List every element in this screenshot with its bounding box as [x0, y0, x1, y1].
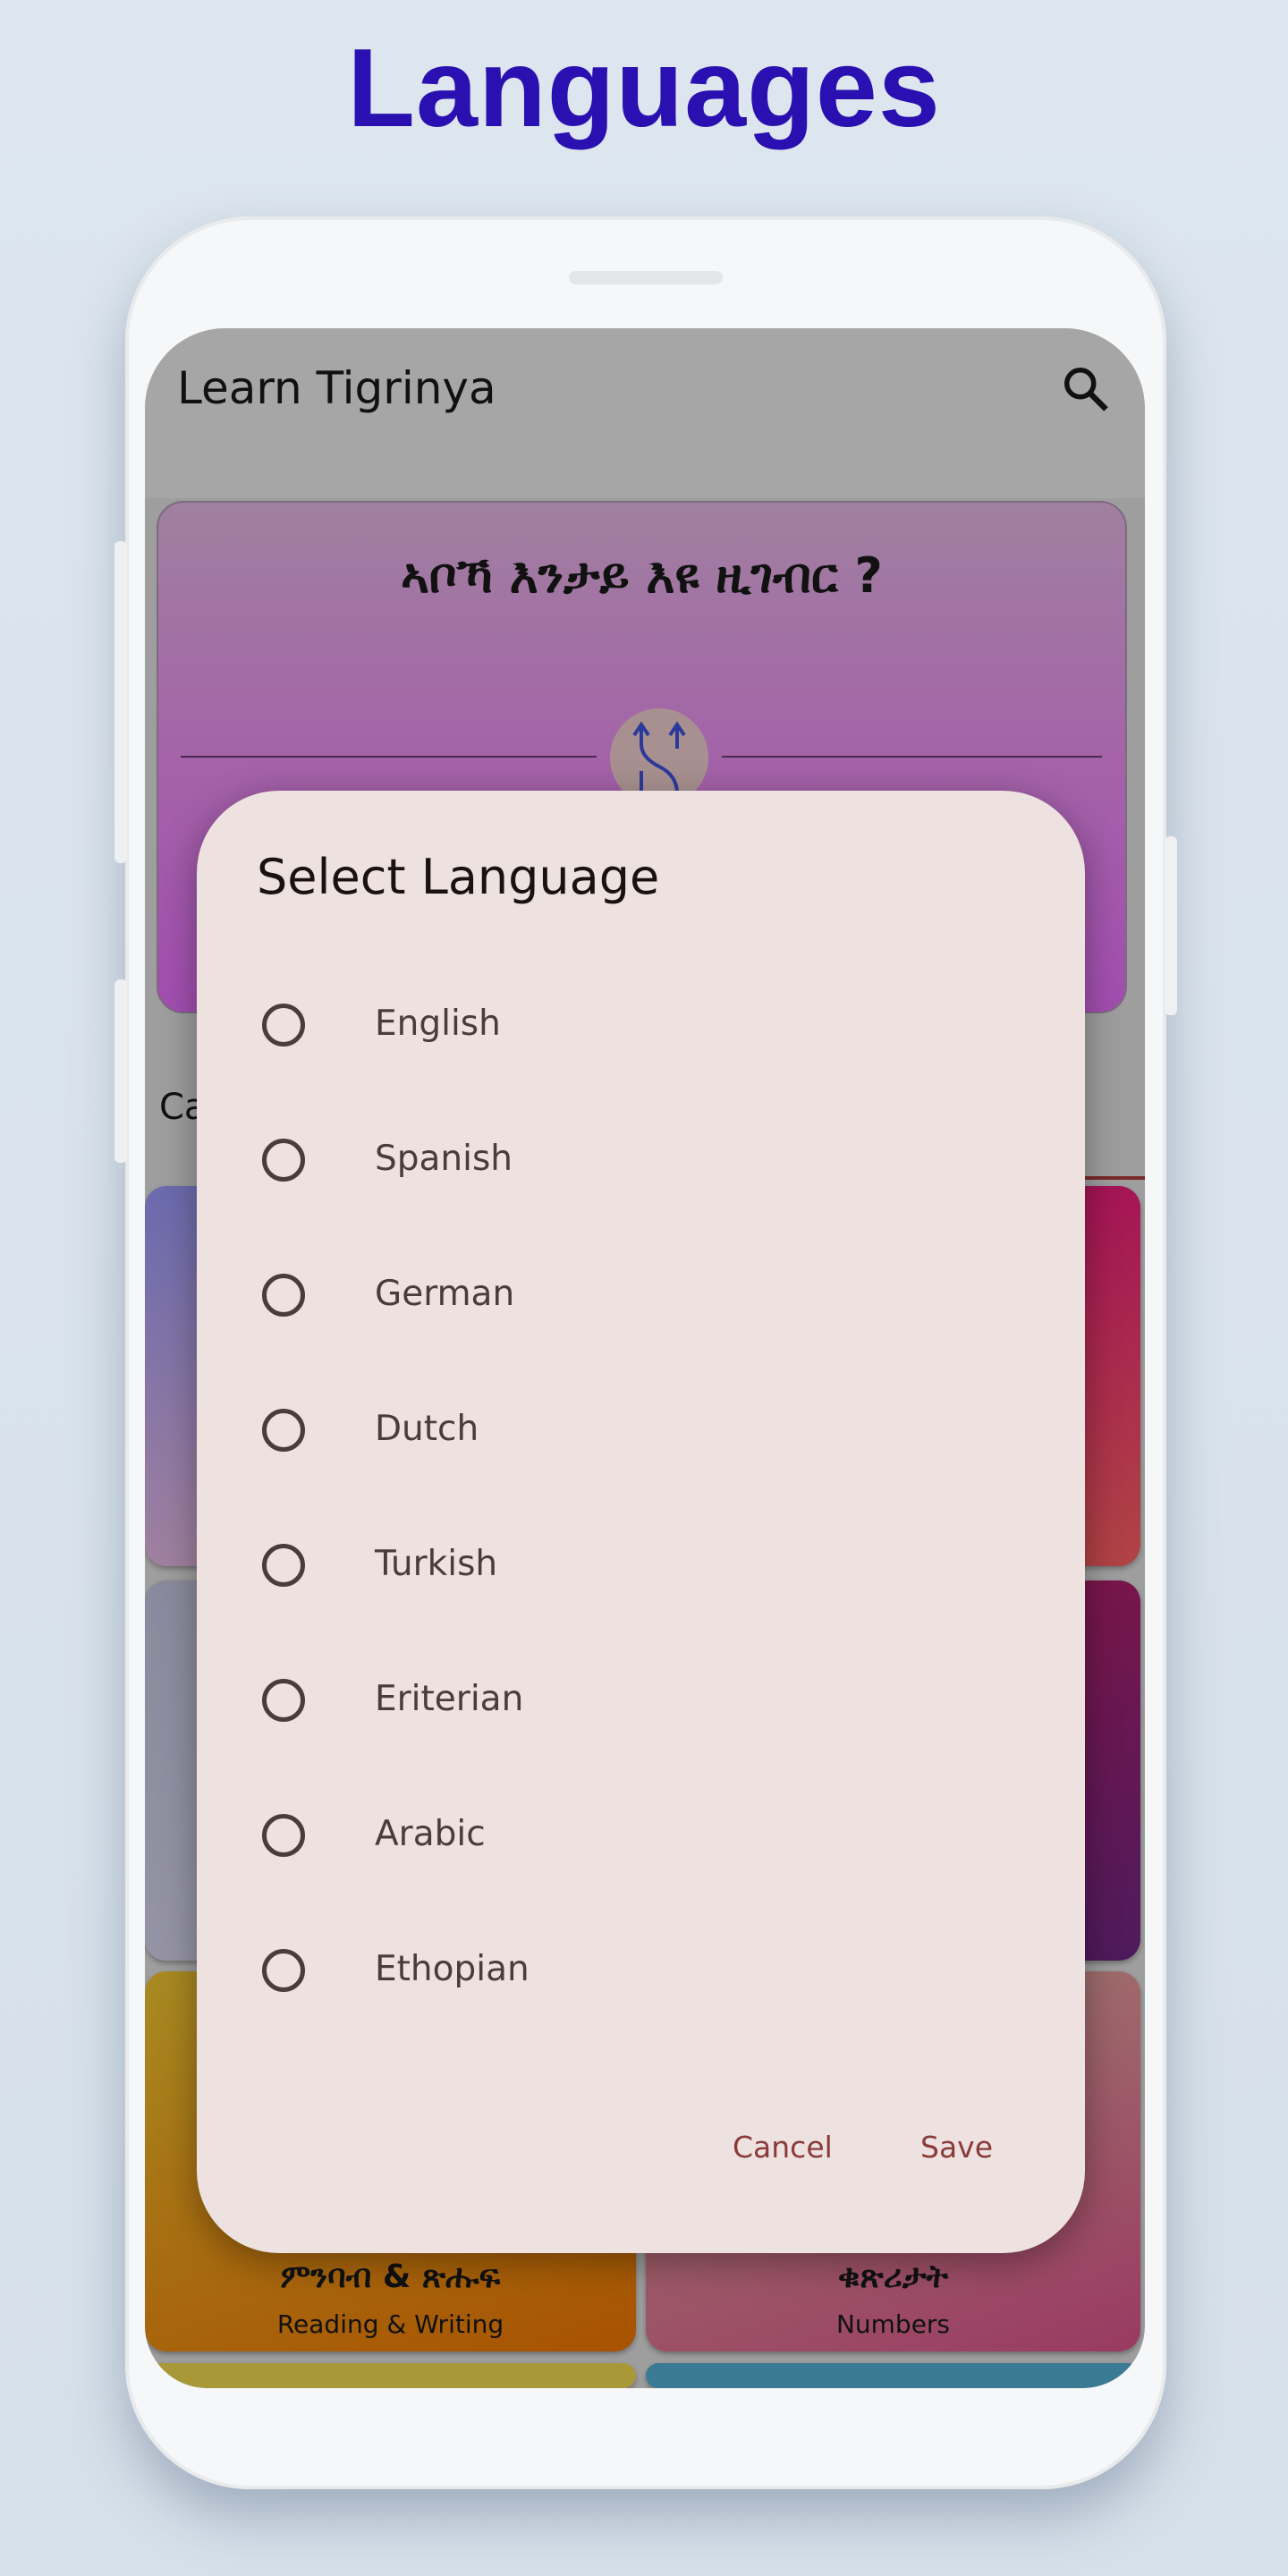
language-option[interactable]: Dutch	[233, 1380, 1038, 1487]
language-option[interactable]: Turkish	[233, 1515, 1038, 1623]
language-label: German	[375, 1274, 515, 1314]
language-option[interactable]: Ethopian	[233, 1920, 1038, 2028]
app-bar: Learn Tigrinya	[145, 328, 1145, 498]
save-button[interactable]: Save	[920, 2130, 993, 2165]
page-heading: Languages	[347, 27, 941, 150]
radio-button[interactable]	[262, 1679, 305, 1722]
search-icon[interactable]	[1059, 362, 1113, 416]
card-title-geez: ምንባብ & ጽሑፍ	[280, 2258, 501, 2295]
radio-button[interactable]	[262, 1814, 305, 1857]
cancel-button[interactable]: Cancel	[733, 2130, 833, 2165]
app-title: Learn Tigrinya	[177, 362, 496, 414]
card-title-english: Numbers	[835, 2309, 951, 2339]
language-option[interactable]: German	[233, 1245, 1038, 1352]
language-label: English	[375, 1004, 501, 1044]
radio-button[interactable]	[262, 1139, 305, 1182]
radio-button[interactable]	[262, 1409, 305, 1452]
language-label: Spanish	[375, 1139, 513, 1179]
language-label: Eriterian	[375, 1679, 524, 1719]
card-title-geez: ቁጽሪታት	[837, 2258, 949, 2295]
radio-button[interactable]	[262, 1949, 305, 1992]
card-title-english: Reading & Writing	[276, 2309, 504, 2339]
divider	[181, 756, 597, 758]
dialog-title: Select Language	[257, 849, 660, 905]
language-option[interactable]: English	[233, 975, 1038, 1082]
hero-question: ኣቦኻ እንታይ እዩ ዚገብር ?	[401, 547, 883, 604]
radio-button[interactable]	[262, 1274, 305, 1317]
language-label: Turkish	[375, 1544, 498, 1584]
language-option[interactable]: Arabic	[233, 1785, 1038, 1893]
radio-button[interactable]	[262, 1544, 305, 1587]
category-card[interactable]	[145, 2363, 636, 2388]
divider	[722, 756, 1102, 758]
language-label: Ethopian	[375, 1949, 530, 1989]
phone-side-button	[114, 541, 127, 863]
language-label: Arabic	[375, 1814, 486, 1854]
language-option[interactable]: Eriterian	[233, 1650, 1038, 1758]
select-language-dialog: Select Language English Spanish German Dutc…	[197, 791, 1085, 2253]
phone-speaker	[569, 271, 723, 284]
phone-side-button	[114, 979, 127, 1163]
language-label: Dutch	[375, 1409, 479, 1449]
radio-button[interactable]	[262, 1004, 305, 1046]
language-option[interactable]: Spanish	[233, 1110, 1038, 1217]
category-card[interactable]	[646, 2363, 1140, 2388]
phone-side-button	[1165, 836, 1177, 1015]
